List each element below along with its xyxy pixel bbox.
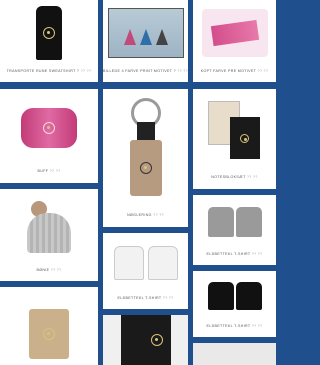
product-card[interactable]: KOPT FARVE PRE MOTIVET ?? ?? [193,0,276,82]
product-photo-pink-buff [21,108,77,148]
notebook-cover [229,117,260,159]
product-photo-tshirt-black [207,282,234,310]
product-photo-gymbag [29,309,69,359]
product-title[interactable]: TRANSPORTE RUNE SWEATSHIRT ? ?? ?? [0,69,98,73]
product-photo-keyring [128,98,164,198]
product-image[interactable] [103,233,188,293]
product-price: ?? ?? [251,252,263,256]
star-emblem-icon [43,27,55,39]
product-image[interactable] [193,343,276,365]
product-title[interactable]: BØNIE ?? ?? [0,268,98,272]
product-name[interactable]: ELDBETTEKL T-SHIRT [206,324,250,328]
product-price: ?? ?? [50,268,62,272]
product-card[interactable]: ELDBETTEKL T-SHIRT ?? ?? [103,233,188,309]
product-name[interactable]: BUFF [38,169,49,173]
product-photo-mug [201,9,268,57]
product-name[interactable]: NOTESBLOKSÆT [211,175,245,179]
product-price: ?? ?? [177,69,188,73]
product-image[interactable] [0,89,98,167]
product-name[interactable]: BILLEDE 4 FARVE PRINT MOTIVET ? [103,69,176,73]
beanie-body [27,213,71,253]
product-name[interactable]: KOPT FARVE PRE MOTIVET [201,69,256,73]
product-card[interactable]: BUFF ?? ?? [0,89,98,183]
product-card[interactable]: ELDBETTEKL T-SHIRT ?? ?? [193,195,276,265]
product-price: ?? ?? [80,69,92,73]
tree-shape [139,29,152,45]
tree-shape [123,29,136,45]
product-title[interactable]: KOPT FARVE PRE MOTIVET ?? ?? [193,69,276,73]
product-image[interactable] [193,0,276,66]
product-name[interactable]: ELDBETTEKL T-SHIRT [117,296,161,300]
product-title[interactable]: BUFF ?? ?? [0,169,98,173]
star-emblem-icon [240,133,249,143]
star-emblem-icon [150,334,163,346]
product-price: ?? ?? [251,324,263,328]
product-card[interactable]: ELDBETTEKL T-SHIRT ?? ?? [193,271,276,337]
product-image[interactable] [103,0,188,66]
product-name[interactable]: BØNIE [36,268,49,272]
product-image[interactable] [103,315,188,365]
product-card[interactable]: NØGLERING ?? ?? [103,89,188,227]
product-image[interactable] [193,271,276,321]
star-emblem-icon [43,122,55,134]
product-image[interactable] [193,89,276,173]
product-title[interactable]: ELDBETTEKL T-SHIRT ?? ?? [103,296,188,300]
product-name[interactable]: TRANSPORTE RUNE SWEATSHIRT ? [7,69,80,73]
product-photo-tshirt-white [147,246,178,280]
product-card[interactable]: BILLEDE 4 FARVE PRINT MOTIVET ? ?? ?? [103,0,188,82]
mug-print [210,19,259,47]
product-price: ?? ?? [162,296,174,300]
product-title[interactable]: NOTESBLOKSÆT ?? ?? [193,175,276,179]
product-price: ?? ?? [246,175,258,179]
product-card[interactable]: TRANSPORTE RUNE SWEATSHIRT ? ?? ?? [0,0,98,82]
product-card[interactable]: BØNIE ?? ?? [0,189,98,281]
product-price: ?? ?? [257,69,269,73]
product-title[interactable]: ELDBETTEKL T-SHIRT ?? ?? [193,252,276,256]
product-name[interactable]: ELDBETTEKL T-SHIRT [206,252,250,256]
star-emblem-icon [139,162,152,174]
product-title[interactable]: BILLEDE 4 FARVE PRINT MOTIVET ? ?? ?? [103,69,188,73]
product-title[interactable]: ELDBETTEKL T-SHIRT ?? ?? [193,324,276,328]
product-photo-black-top [36,6,62,60]
product-image[interactable] [103,89,188,207]
product-price: ?? ?? [49,169,61,173]
product-name[interactable]: NØGLERING [127,213,152,217]
product-card[interactable] [193,343,276,365]
tree-shape [155,29,168,45]
product-photo-canvas [107,8,184,58]
product-title[interactable]: NØGLERING ?? ?? [103,213,188,217]
product-photo-tshirt-grey [235,207,262,237]
product-card[interactable] [0,287,98,365]
product-image[interactable] [193,195,276,249]
keyring-tag [129,140,162,196]
product-image[interactable] [0,287,98,365]
product-photo-tshirt-grey [207,207,234,237]
product-photo-tshirt-white [113,246,144,280]
product-photo-notebook [207,101,262,161]
product-card[interactable]: NOTESBLOKSÆT ?? ?? [193,89,276,189]
product-card[interactable] [103,315,188,365]
product-photo-leggings [120,315,171,365]
product-image[interactable] [0,189,98,265]
product-photo-tshirt-black [235,282,262,310]
product-photo-beanie [27,201,71,255]
product-price: ?? ?? [153,213,164,217]
product-image[interactable] [0,0,98,66]
star-emblem-icon [43,328,55,340]
